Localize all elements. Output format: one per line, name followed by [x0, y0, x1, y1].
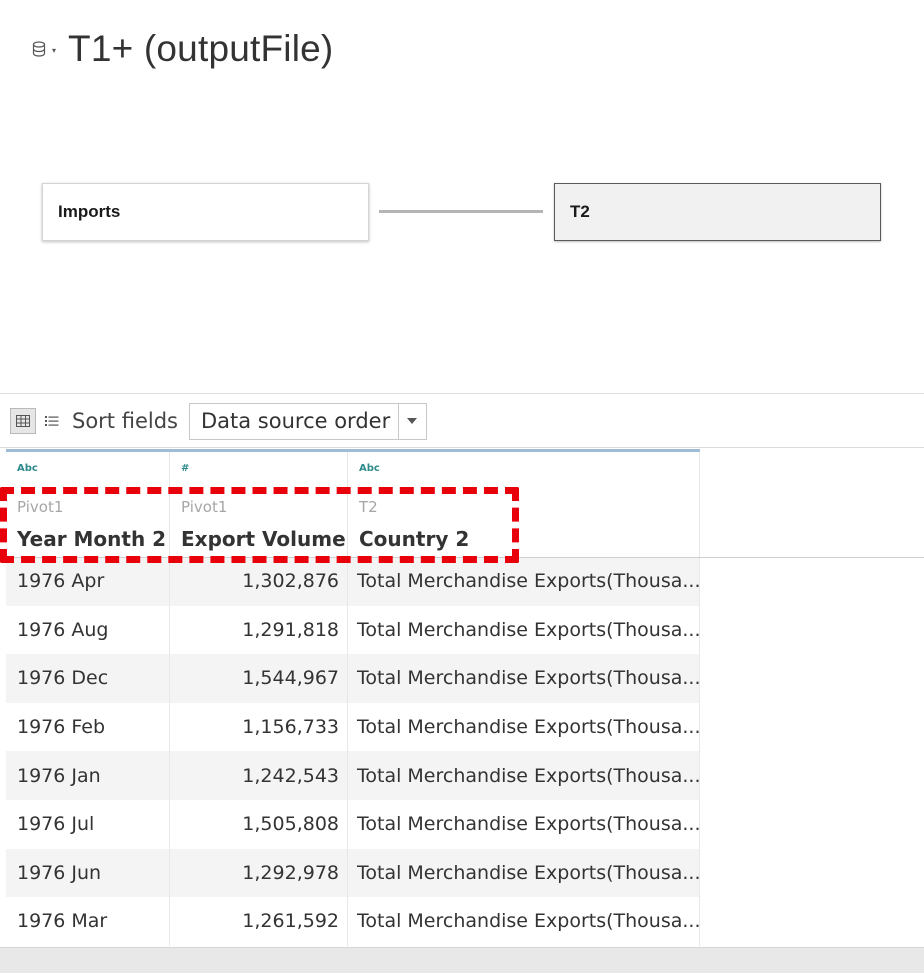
cell-year-month[interactable]: 1976 Jul [6, 799, 170, 849]
horizontal-scrollbar[interactable] [0, 947, 924, 973]
string-type-icon[interactable]: Abc [359, 463, 380, 474]
cell-year-month[interactable]: 1976 Jan [6, 751, 170, 800]
header-divider [0, 557, 924, 558]
cell-country[interactable]: Total Merchandise Exports(Thousa... [348, 848, 700, 898]
column-source: Pivot1 [17, 498, 64, 516]
join-connector[interactable] [379, 210, 543, 213]
string-type-icon[interactable]: Abc [17, 463, 38, 474]
grid-view-icon[interactable] [10, 408, 36, 434]
column-source: T2 [359, 498, 378, 516]
table-row: 1976 Jun 1,292,978 Total Merchandise Exp… [6, 848, 700, 898]
sort-fields-label: Sort fields [72, 409, 178, 433]
grid-body: 1976 Apr 1,302,876 Total Merchandise Exp… [6, 557, 700, 946]
sort-fields-dropdown[interactable]: Data source order [188, 402, 427, 440]
cell-export-volume[interactable]: 1,302,876 [170, 557, 348, 606]
cell-country[interactable]: Total Merchandise Exports(Thousa... [348, 897, 700, 946]
cell-year-month[interactable]: 1976 Aug [6, 605, 170, 655]
table-row: 1976 Jul 1,505,808 Total Merchandise Exp… [6, 799, 700, 849]
chevron-down-icon[interactable] [397, 403, 426, 439]
column-source: Pivot1 [181, 498, 228, 516]
table-t2[interactable]: T2 [554, 183, 881, 241]
table-label-t2: T2 [570, 202, 590, 221]
cell-year-month[interactable]: 1976 Dec [6, 654, 170, 703]
cell-export-volume[interactable]: 1,156,733 [170, 702, 348, 752]
table-row: 1976 Aug 1,291,818 Total Merchandise Exp… [6, 605, 700, 655]
cell-export-volume[interactable]: 1,292,978 [170, 848, 348, 898]
column-header-country-2[interactable]: Abc T2 Country 2 [348, 452, 700, 557]
database-icon[interactable] [32, 41, 48, 57]
cell-export-volume[interactable]: 1,291,818 [170, 605, 348, 655]
table-label-imports: Imports [58, 202, 121, 221]
cell-country[interactable]: Total Merchandise Exports(Thousa... [348, 799, 700, 849]
cell-year-month[interactable]: 1976 Feb [6, 702, 170, 752]
chevron-down-icon[interactable]: ▾ [52, 46, 56, 55]
cell-export-volume[interactable]: 1,544,967 [170, 654, 348, 703]
cell-country[interactable]: Total Merchandise Exports(Thousa... [348, 751, 700, 800]
page-title[interactable]: T1+ (outputFile) [68, 28, 333, 70]
table-row: 1976 Mar 1,261,592 Total Merchandise Exp… [6, 897, 700, 946]
column-header-year-month-2[interactable]: Abc Pivot1 Year Month 2 [6, 452, 170, 557]
number-type-icon[interactable]: # [181, 463, 189, 474]
toolbar-divider [0, 447, 924, 448]
data-grid: Abc Pivot1 Year Month 2 # Pivot1 Export … [6, 449, 700, 946]
section-divider [0, 393, 924, 394]
cell-country[interactable]: Total Merchandise Exports(Thousa... [348, 557, 700, 606]
cell-export-volume[interactable]: 1,505,808 [170, 799, 348, 849]
table-row: 1976 Jan 1,242,543 Total Merchandise Exp… [6, 751, 700, 800]
table-imports[interactable]: Imports [42, 183, 369, 241]
table-row: 1976 Dec 1,544,967 Total Merchandise Exp… [6, 654, 700, 703]
list-view-icon[interactable] [40, 408, 64, 434]
cell-export-volume[interactable]: 1,261,592 [170, 897, 348, 946]
cell-country[interactable]: Total Merchandise Exports(Thousa... [348, 605, 700, 655]
column-header-export-volume[interactable]: # Pivot1 Export Volume [170, 452, 348, 557]
cell-year-month[interactable]: 1976 Jun [6, 848, 170, 898]
cell-year-month[interactable]: 1976 Mar [6, 897, 170, 946]
grid-header: Abc Pivot1 Year Month 2 # Pivot1 Export … [6, 449, 700, 557]
cell-country[interactable]: Total Merchandise Exports(Thousa... [348, 654, 700, 703]
cell-year-month[interactable]: 1976 Apr [6, 557, 170, 606]
grid-toolbar: Sort fields Data source order [10, 402, 427, 440]
column-name[interactable]: Year Month 2 [17, 527, 166, 551]
cell-country[interactable]: Total Merchandise Exports(Thousa... [348, 702, 700, 752]
datasource-header: ▾ T1+ (outputFile) [32, 26, 333, 72]
cell-export-volume[interactable]: 1,242,543 [170, 751, 348, 800]
column-name[interactable]: Country 2 [359, 527, 469, 551]
table-row: 1976 Apr 1,302,876 Total Merchandise Exp… [6, 557, 700, 606]
table-row: 1976 Feb 1,156,733 Total Merchandise Exp… [6, 702, 700, 752]
column-name[interactable]: Export Volume [181, 527, 346, 551]
sort-fields-value: Data source order [200, 409, 391, 433]
